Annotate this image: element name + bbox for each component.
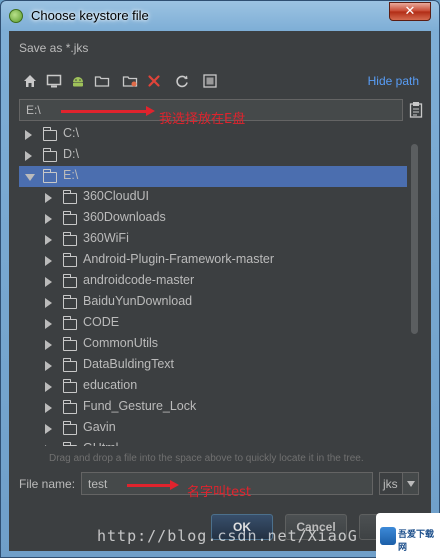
- expand-right-icon[interactable]: [45, 319, 52, 329]
- tree-item[interactable]: C:\: [19, 124, 407, 145]
- tree-item-label: CODE: [83, 315, 120, 329]
- tree-item[interactable]: education: [19, 376, 407, 397]
- toolbar: Hide path: [17, 69, 425, 95]
- tree-item-label: C:\: [63, 126, 79, 140]
- drag-drop-hint: Drag and drop a file into the space abov…: [49, 453, 364, 464]
- tree-item[interactable]: E:\: [19, 166, 407, 187]
- expand-right-icon[interactable]: [45, 424, 52, 434]
- folder-icon: [63, 379, 77, 393]
- filename-annotation: 名字叫test: [187, 485, 251, 500]
- tree-item-label: Gavin: [83, 420, 116, 434]
- expand-right-icon[interactable]: [25, 130, 32, 140]
- tree-item[interactable]: GHtml: [19, 439, 407, 446]
- path-value: E:\: [26, 103, 41, 117]
- dialog-content: Save as *.jks Hide path E:\ 我选择放在E盘 C:\ …: [9, 31, 431, 551]
- watermark-text: http://blog.csdn.net/XiaoG: [97, 527, 358, 545]
- tree-item[interactable]: BaiduYunDownload: [19, 292, 407, 313]
- expand-right-icon[interactable]: [45, 403, 52, 413]
- expand-right-icon[interactable]: [25, 151, 32, 161]
- tree-item-label: Android-Plugin-Framework-master: [83, 252, 275, 266]
- file-tree[interactable]: C:\ D:\ E:\ 360CloudUI 360Downloads 360WiFi An…: [19, 124, 407, 446]
- chevron-down-icon[interactable]: [402, 473, 418, 494]
- path-annotation-arrow: [61, 106, 155, 116]
- tree-item-label: 360CloudUI: [83, 189, 150, 203]
- refresh-icon[interactable]: [173, 72, 191, 90]
- tree-item-label: D:\: [63, 147, 79, 161]
- tree-item-label: DataBuldingText: [83, 357, 175, 371]
- tree-item-label: 360Downloads: [83, 210, 166, 224]
- save-as-label: Save as *.jks: [19, 41, 89, 55]
- tree-item-label: 360WiFi: [83, 231, 129, 245]
- extension-dropdown[interactable]: jks: [379, 472, 419, 495]
- extension-value: jks: [383, 477, 398, 491]
- tree-item[interactable]: Android-Plugin-Framework-master: [19, 250, 407, 271]
- show-hidden-icon[interactable]: [201, 72, 219, 90]
- expand-right-icon[interactable]: [45, 256, 52, 266]
- folder-icon: [63, 295, 77, 309]
- expand-right-icon[interactable]: [45, 361, 52, 371]
- hide-path-link[interactable]: Hide path: [368, 74, 419, 88]
- delete-icon[interactable]: [145, 72, 163, 90]
- folder-icon: [63, 421, 77, 435]
- title-bar[interactable]: Choose keystore file ✕: [1, 1, 439, 31]
- tree-item[interactable]: 360WiFi: [19, 229, 407, 250]
- close-button[interactable]: ✕: [389, 2, 431, 21]
- dialog-window: Choose keystore file ✕ Save as *.jks Hid…: [0, 0, 440, 558]
- tree-scrollbar[interactable]: [411, 124, 419, 446]
- tree-item[interactable]: Gavin: [19, 418, 407, 439]
- expand-right-icon[interactable]: [45, 382, 52, 392]
- tree-item[interactable]: Fund_Gesture_Lock: [19, 397, 407, 418]
- expand-right-icon[interactable]: [45, 340, 52, 350]
- folder-icon: [63, 211, 77, 225]
- tree-item-label: E:\: [63, 168, 79, 182]
- folder-icon: [63, 232, 77, 246]
- folder-icon: [63, 253, 77, 267]
- folder-icon: [63, 190, 77, 204]
- folder-icon: [63, 358, 77, 372]
- tree-item-label: Fund_Gesture_Lock: [83, 399, 197, 413]
- logo-icon: [380, 527, 396, 545]
- tree-item-label: education: [83, 378, 138, 392]
- site-logo: 吾爱下载网: [376, 513, 440, 558]
- android-icon[interactable]: [69, 72, 87, 90]
- logo-text: 吾爱下载网: [398, 530, 435, 553]
- expand-right-icon[interactable]: [45, 214, 52, 224]
- folder-icon[interactable]: [93, 72, 111, 90]
- folder-icon: [63, 337, 77, 351]
- clipboard-icon[interactable]: [409, 101, 423, 119]
- window-title: Choose keystore file: [31, 8, 149, 23]
- folder-icon: [43, 148, 57, 162]
- expand-right-icon[interactable]: [45, 235, 52, 245]
- tree-item[interactable]: CommonUtils: [19, 334, 407, 355]
- tree-item-label: CommonUtils: [83, 336, 159, 350]
- folder-icon: [43, 127, 57, 141]
- expand-right-icon[interactable]: [45, 445, 52, 446]
- expand-right-icon[interactable]: [45, 298, 52, 308]
- tree-item-label: BaiduYunDownload: [83, 294, 193, 308]
- home-icon[interactable]: [21, 72, 39, 90]
- new-folder-icon[interactable]: [121, 72, 139, 90]
- tree-item[interactable]: D:\: [19, 145, 407, 166]
- expand-down-icon[interactable]: [25, 174, 35, 181]
- folder-icon: [63, 400, 77, 414]
- folder-icon: [63, 316, 77, 330]
- scrollbar-thumb[interactable]: [411, 144, 418, 334]
- filename-annotation-arrow: [127, 480, 179, 490]
- folder-icon: [63, 274, 77, 288]
- folder-icon: [63, 442, 77, 446]
- tree-item[interactable]: CODE: [19, 313, 407, 334]
- tree-item[interactable]: 360CloudUI: [19, 187, 407, 208]
- tree-item-label: androidcode-master: [83, 273, 195, 287]
- folder-icon: [43, 169, 57, 183]
- desktop-icon[interactable]: [45, 72, 63, 90]
- tree-item-label: GHtml: [83, 441, 118, 446]
- expand-right-icon[interactable]: [45, 277, 52, 287]
- tree-item[interactable]: DataBuldingText: [19, 355, 407, 376]
- filename-label: File name:: [19, 477, 76, 491]
- android-studio-icon: [9, 9, 23, 23]
- expand-right-icon[interactable]: [45, 193, 52, 203]
- tree-item[interactable]: 360Downloads: [19, 208, 407, 229]
- tree-item[interactable]: androidcode-master: [19, 271, 407, 292]
